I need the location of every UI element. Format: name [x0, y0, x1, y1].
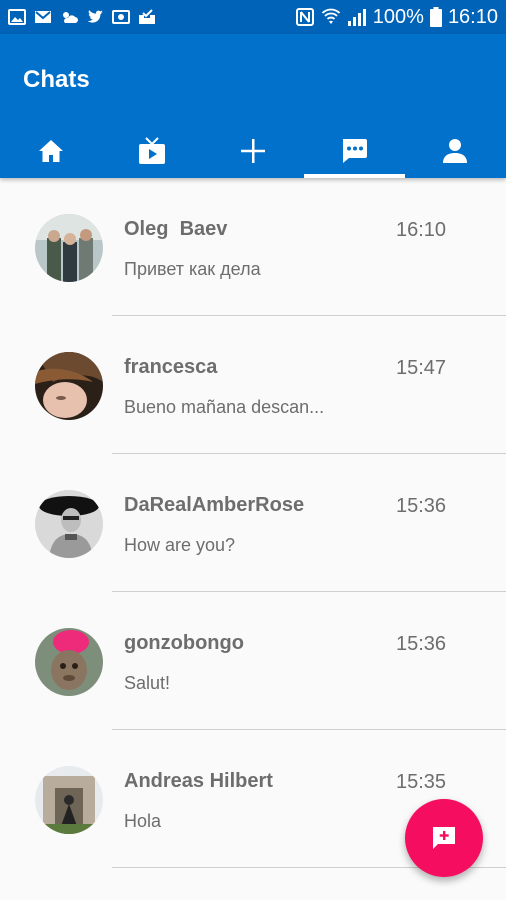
chat-preview: Привет как дела: [124, 259, 261, 279]
app-bar: Chats: [0, 34, 506, 178]
avatar-photo-icon: [35, 628, 103, 696]
inbox-icon: [139, 9, 155, 24]
chat-preview: How are you?: [124, 535, 236, 555]
tv-icon: [138, 137, 165, 164]
avatar-photo-icon: [35, 352, 103, 420]
chat-item[interactable]: DaRealAmberRose 15:36 How are you?: [0, 454, 506, 592]
home-icon: [38, 140, 63, 162]
weather-icon: [63, 12, 78, 23]
person-icon: [443, 139, 468, 163]
plus-icon: [241, 139, 265, 163]
chat-time: 16:10: [396, 219, 447, 241]
chat-preview: Hola: [124, 811, 162, 831]
chat-name: Oleg Baev: [124, 218, 228, 240]
battery-percent: 100%: [372, 5, 424, 28]
avatar-photo-icon: [35, 214, 103, 282]
gmail-icon: [35, 11, 51, 23]
avatar: [35, 766, 103, 834]
chat-preview: Salut!: [124, 673, 171, 693]
signal-icon: [347, 9, 366, 26]
nfc-icon: [295, 8, 314, 26]
gallery-icon: [8, 9, 26, 25]
system-status: 100% 16:10: [295, 6, 498, 29]
tab-profile[interactable]: [405, 124, 506, 178]
chat-item[interactable]: gonzobongo 15:36 Salut!: [0, 592, 506, 730]
chat-list: Oleg Baev 16:10 Привет как дела francesc…: [0, 178, 506, 868]
chat-name: Andreas Hilbert: [124, 770, 273, 792]
chat-name: DaRealAmberRose: [124, 494, 305, 516]
avatar: [35, 214, 103, 282]
battery-icon: [429, 7, 442, 27]
page-title: Chats: [23, 66, 90, 93]
tab-bar: [0, 124, 506, 178]
clock: 16:10: [447, 5, 498, 28]
avatar-photo-icon: [35, 490, 103, 558]
chat-time: 15:36: [396, 633, 447, 655]
chat-icon: [343, 139, 368, 163]
chat-preview: Bueno mañana descan...: [124, 397, 325, 417]
new-message-button[interactable]: [405, 799, 483, 877]
wifi-icon: [321, 8, 340, 24]
tab-tv[interactable]: [101, 124, 202, 178]
tab-home[interactable]: [0, 124, 101, 178]
chat-time: 15:36: [396, 495, 447, 517]
chat-time: 15:35: [396, 771, 447, 793]
tab-add[interactable]: [202, 124, 303, 178]
chat-time: 15:47: [396, 357, 447, 379]
avatar: [35, 628, 103, 696]
chat-name: gonzobongo: [124, 632, 244, 654]
twitter-icon: [87, 10, 103, 23]
status-bar: 100% 16:10: [0, 0, 506, 34]
avatar: [35, 490, 103, 558]
chat-item[interactable]: francesca 15:47 Bueno mañana descan...: [0, 316, 506, 454]
avatar-photo-icon: [35, 766, 103, 834]
tab-chats[interactable]: [303, 124, 406, 178]
new-message-icon: [433, 827, 455, 849]
notification-icons: [8, 9, 156, 25]
chat-item[interactable]: Oleg Baev 16:10 Привет как дела: [0, 178, 506, 316]
chat-name: francesca: [124, 356, 218, 378]
cast-icon: [112, 10, 130, 24]
avatar: [35, 352, 103, 420]
